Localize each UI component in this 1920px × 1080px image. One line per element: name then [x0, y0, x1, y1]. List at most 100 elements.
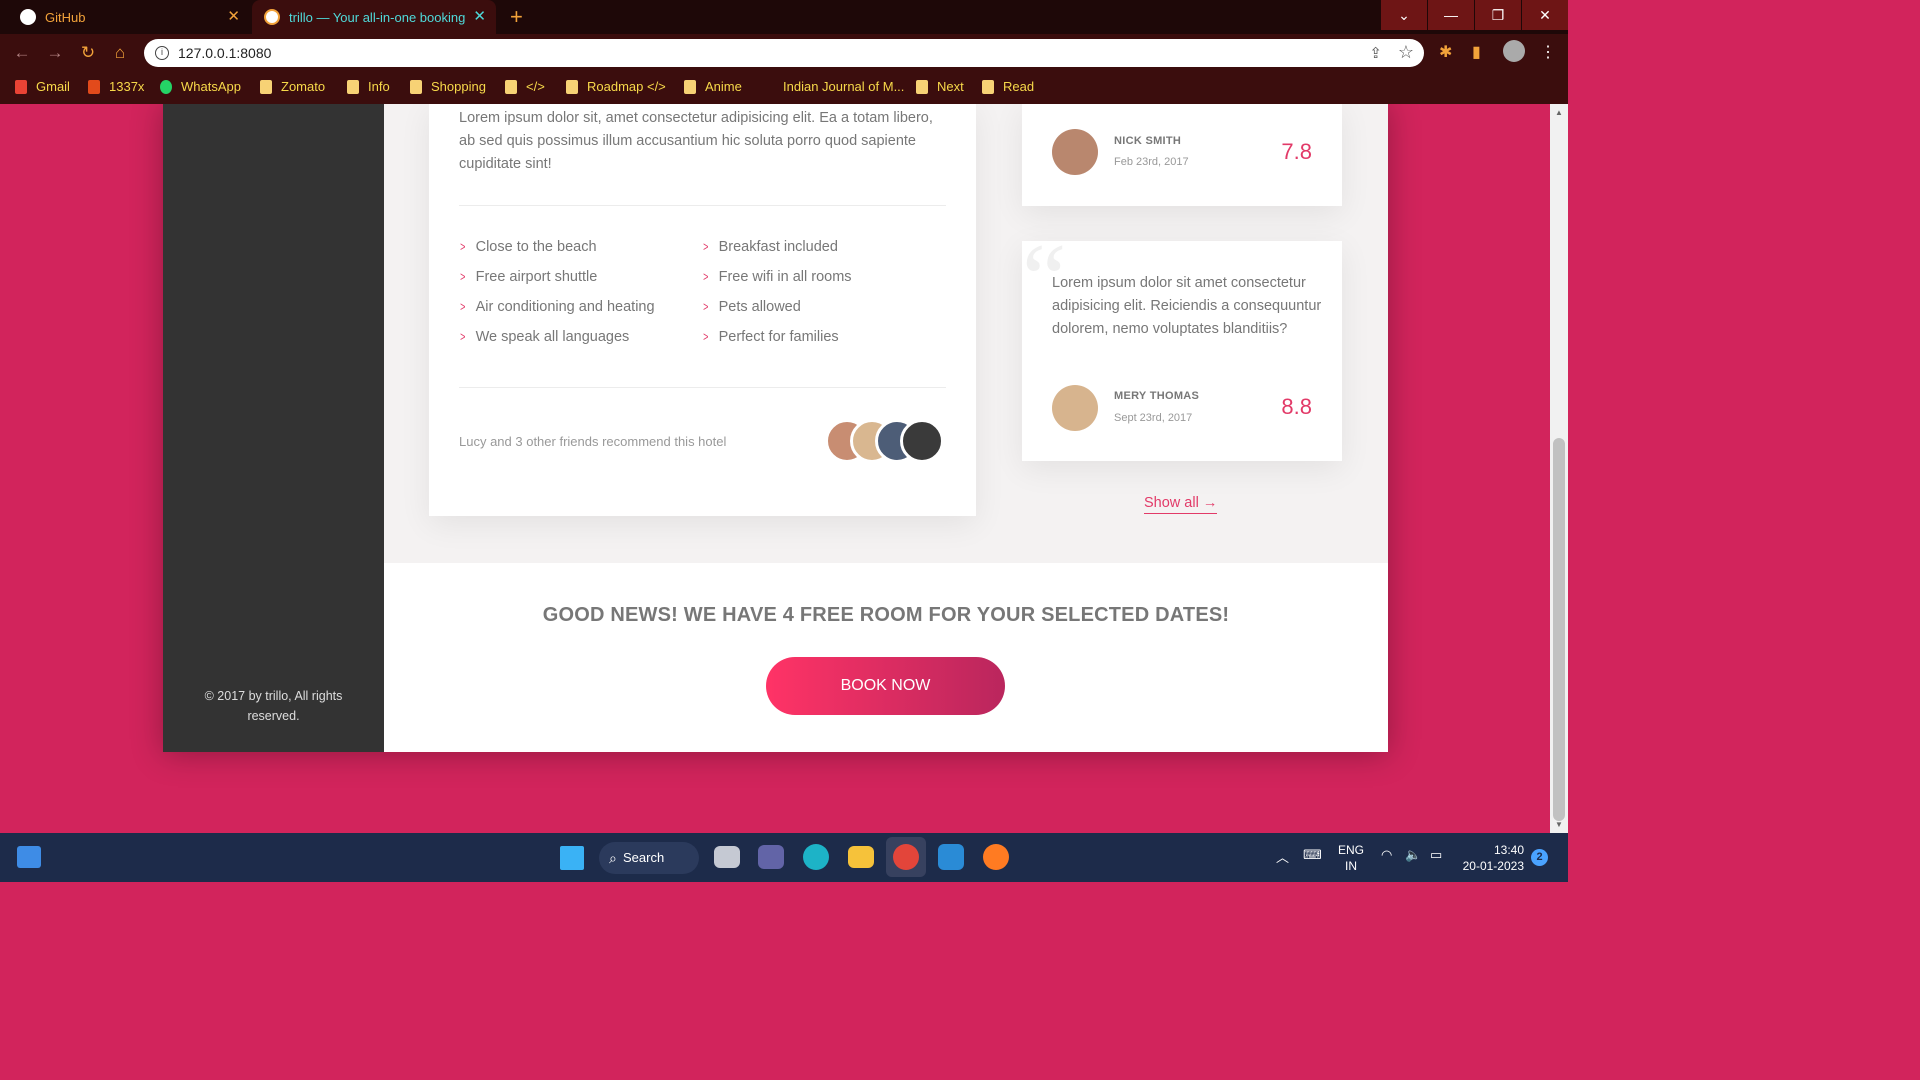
language-indicator[interactable]: ENG IN [1338, 842, 1364, 874]
back-icon[interactable]: ← [11, 42, 33, 64]
page-scrollbar[interactable]: ▲ ▼ [1550, 104, 1568, 833]
menu-icon[interactable]: ⋮ [1540, 42, 1556, 62]
tab-search-button[interactable]: ⌄ [1381, 0, 1427, 30]
bookmark-zomato[interactable]: Zomato [260, 79, 325, 94]
gmail-icon [15, 79, 27, 94]
reviewer-name: Nick Smith [1114, 135, 1182, 147]
avatar [900, 419, 944, 463]
profile-avatar[interactable] [1503, 40, 1525, 62]
review-text: Lorem ipsum dolor sit amet consectetur a… [1052, 275, 1322, 337]
trillo-favicon-icon [264, 9, 280, 25]
firefox-icon[interactable] [983, 844, 1009, 870]
taskbar-search[interactable]: ⌕ Search [599, 842, 699, 874]
widgets-icon[interactable] [17, 846, 41, 868]
bookmark-next[interactable]: Next [916, 79, 964, 94]
divider [459, 205, 946, 206]
share-icon[interactable]: ⇪ [1369, 44, 1382, 62]
feature-item: > Close to the beach [460, 239, 597, 255]
review-rating: 8.8 [1281, 394, 1312, 419]
folder-icon [684, 79, 696, 94]
whatsapp-icon [160, 79, 172, 94]
bookmark-code[interactable]: </> [505, 79, 545, 94]
close-tab-icon[interactable]: ✕ [473, 9, 486, 25]
extensions-icon[interactable]: ✱ [1439, 42, 1452, 62]
folder-icon [916, 79, 928, 94]
task-view-icon[interactable] [714, 846, 740, 868]
github-icon [20, 9, 36, 25]
tab-github[interactable]: GitHub ✕ [0, 0, 250, 34]
scroll-thumb[interactable] [1553, 438, 1565, 821]
address-bar[interactable]: i 127.0.0.1:8080 ⇪ ☆ [144, 39, 1424, 67]
feature-item: > Air conditioning and heating [460, 299, 655, 315]
bookmark-roadmap[interactable]: Roadmap </> [566, 79, 666, 94]
x-icon [88, 79, 100, 94]
bookmark-gmail[interactable]: Gmail [15, 79, 70, 94]
minimize-button[interactable]: — [1428, 0, 1474, 30]
tab-title: trillo — Your all-in-one booking app [289, 9, 469, 25]
forward-icon[interactable]: → [44, 42, 66, 64]
bookmark-1337x[interactable]: 1337x [88, 79, 144, 94]
feature-item: > Breakfast included [703, 239, 838, 255]
chevron-right-icon: > [703, 299, 709, 314]
restore-button[interactable]: ❐ [1475, 0, 1521, 30]
tab-title: GitHub [45, 9, 86, 25]
review-card: Nick Smith Feb 23rd, 2017 7.8 [1022, 104, 1342, 206]
review-card: “ Lorem ipsum dolor sit amet consectetur… [1022, 229, 1342, 461]
site-info-icon[interactable]: i [155, 46, 169, 60]
notification-badge[interactable]: 2 [1531, 849, 1548, 866]
vscode-icon[interactable] [938, 844, 964, 870]
bookmark-journal[interactable]: Indian Journal of M... [762, 79, 904, 94]
bookmark-read[interactable]: Read [982, 79, 1034, 94]
bookmark-anime[interactable]: Anime [684, 79, 742, 94]
friends-avatars [825, 419, 947, 463]
show-all-link[interactable]: Show all → [1144, 495, 1218, 514]
chevron-right-icon: > [460, 239, 466, 254]
reviewer-name: Mery Thomas [1114, 390, 1200, 402]
chevron-right-icon: > [460, 299, 466, 314]
close-window-button[interactable]: ✕ [1522, 0, 1568, 30]
folder-icon [982, 79, 994, 94]
home-icon[interactable]: ⌂ [109, 42, 131, 64]
battery-icon[interactable]: ▭ [1430, 847, 1442, 863]
book-now-button[interactable]: Book now [766, 657, 1005, 715]
chevron-right-icon: > [460, 329, 466, 344]
wifi-icon[interactable]: ◠ [1381, 847, 1392, 863]
review-rating: 7.8 [1281, 139, 1312, 164]
page-icon [762, 80, 774, 94]
tab-trillo[interactable]: trillo — Your all-in-one booking app ✕ [252, 0, 496, 34]
feature-item: > Free wifi in all rooms [703, 269, 852, 285]
scroll-up-icon[interactable]: ▲ [1555, 108, 1563, 117]
clock[interactable]: 13:40 20-01-2023 [1460, 842, 1524, 874]
edge-icon[interactable] [803, 844, 829, 870]
feature-item: > Perfect for families [703, 329, 839, 345]
teams-icon[interactable] [758, 845, 784, 869]
volume-icon[interactable]: 🔈 [1405, 847, 1421, 863]
description-paragraph: Lorem ipsum dolor sit, amet consectetur … [459, 110, 933, 172]
file-explorer-icon[interactable] [848, 846, 874, 868]
avatar [1052, 129, 1098, 175]
review-date: Sept 23rd, 2017 [1114, 412, 1193, 424]
start-icon[interactable] [560, 846, 584, 870]
bookmark-star-icon[interactable]: ☆ [1398, 42, 1414, 63]
close-tab-icon[interactable]: ✕ [227, 9, 240, 25]
bookmark-info[interactable]: Info [347, 79, 390, 94]
folder-icon [260, 79, 272, 94]
address-url[interactable]: 127.0.0.1:8080 [178, 45, 271, 61]
side-panel-icon[interactable]: ▮ [1472, 42, 1481, 62]
bookmarks-bar: Gmail 1337x WhatsApp Zomato Info Shoppin… [0, 72, 1568, 104]
review-date: Feb 23rd, 2017 [1114, 156, 1189, 168]
reload-icon[interactable]: ↻ [77, 42, 99, 64]
divider [459, 387, 946, 388]
new-tab-button[interactable]: + [510, 6, 523, 28]
browser-toolbar: ← → ↻ ⌂ i 127.0.0.1:8080 ⇪ ☆ ✱ ▮ ⋮ [0, 34, 1568, 72]
scroll-down-icon[interactable]: ▼ [1555, 820, 1563, 829]
feature-item: > Free airport shuttle [460, 269, 598, 285]
bookmark-whatsapp[interactable]: WhatsApp [160, 79, 241, 94]
chevron-right-icon: > [703, 269, 709, 284]
search-icon: ⌕ [609, 850, 617, 866]
chevron-up-icon[interactable]: ︿ [1276, 847, 1289, 866]
bookmark-shopping[interactable]: Shopping [410, 79, 486, 94]
keyboard-icon[interactable]: ⌨ [1303, 847, 1322, 863]
feature-item: > Pets allowed [703, 299, 801, 315]
legal-text: © 2017 by trillo, All rights reserved. [204, 689, 343, 723]
